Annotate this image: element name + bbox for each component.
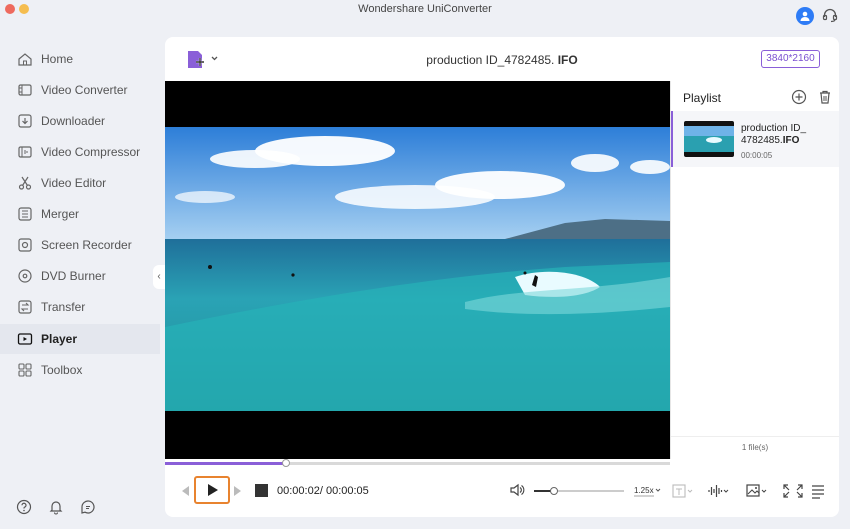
sidebar-item-transfer[interactable]: Transfer bbox=[0, 292, 160, 322]
next-icon[interactable] bbox=[233, 485, 243, 497]
sidebar-item-video-editor[interactable]: Video Editor bbox=[0, 168, 160, 198]
sidebar-item-toolbox[interactable]: Toolbox bbox=[0, 355, 160, 385]
playlist-toggle-icon[interactable] bbox=[809, 482, 833, 500]
sidebar-item-home[interactable]: Home bbox=[0, 44, 160, 74]
seek-bar-handle[interactable] bbox=[282, 459, 291, 467]
previous-icon[interactable] bbox=[180, 485, 190, 497]
playlist-item-name: production ID_ 4782485.IFO bbox=[741, 123, 831, 147]
playlist-item-name-line2: 4782485. bbox=[741, 135, 783, 146]
compressor-icon bbox=[18, 146, 32, 158]
sidebar-item-label: Transfer bbox=[41, 300, 86, 314]
stop-button[interactable] bbox=[255, 484, 268, 497]
sidebar-item-dvd-burner[interactable]: DVD Burner bbox=[0, 261, 160, 291]
sidebar-item-label: Player bbox=[41, 332, 78, 346]
audio-track-icon[interactable] bbox=[707, 482, 731, 500]
merger-icon bbox=[18, 207, 32, 221]
sidebar-item-label: Toolbox bbox=[41, 363, 83, 377]
play-button[interactable] bbox=[194, 476, 230, 504]
video-display[interactable] bbox=[165, 81, 670, 459]
sidebar-item-player[interactable]: Player bbox=[0, 324, 160, 354]
home-icon bbox=[18, 53, 32, 66]
total-time: 00:00:05 bbox=[325, 485, 369, 497]
playlist-item-name-line1: production ID_ bbox=[741, 123, 807, 134]
scissors-icon bbox=[18, 176, 32, 190]
speed-label: 1.25x bbox=[634, 486, 654, 495]
player-panel: production ID_4782485. IFO 3840*2160 Pla… bbox=[165, 37, 839, 517]
playlist-panel: Playlist production ID_ 4782485.IFO 00:0… bbox=[670, 81, 839, 459]
disc-icon bbox=[18, 269, 32, 283]
sidebar-item-label: Merger bbox=[41, 207, 80, 221]
file-title-ext: IFO bbox=[557, 53, 578, 67]
sidebar-item-label: Screen Recorder bbox=[41, 238, 132, 252]
time-display: 00:00:02/ 00:00:05 bbox=[277, 485, 369, 497]
sidebar-item-label: Downloader bbox=[41, 114, 106, 128]
add-to-playlist-icon[interactable] bbox=[791, 89, 807, 105]
resolution-badge: 3840*2160 bbox=[761, 50, 820, 68]
volume-slider[interactable] bbox=[534, 487, 624, 495]
trash-icon[interactable] bbox=[818, 89, 832, 105]
file-title-name: production ID_4782485. bbox=[426, 53, 558, 67]
playlist-title: Playlist bbox=[683, 91, 722, 105]
volume-icon[interactable] bbox=[509, 482, 525, 498]
screen-recorder-icon bbox=[18, 238, 32, 252]
downloader-icon bbox=[18, 114, 32, 128]
sidebar-item-merger[interactable]: Merger bbox=[0, 199, 160, 229]
video-converter-icon bbox=[18, 84, 32, 96]
user-account-icon[interactable] bbox=[796, 7, 814, 25]
seek-bar[interactable] bbox=[165, 459, 670, 467]
sidebar-footer bbox=[16, 499, 96, 515]
help-icon[interactable] bbox=[16, 499, 32, 515]
file-title: production ID_4782485. IFO bbox=[165, 53, 839, 67]
sidebar-item-video-compressor[interactable]: Video Compressor bbox=[0, 137, 160, 167]
sidebar-item-label: DVD Burner bbox=[41, 269, 106, 283]
subtitle-icon[interactable] bbox=[671, 482, 695, 500]
sidebar-item-label: Home bbox=[41, 52, 74, 66]
play-icon bbox=[208, 484, 218, 496]
headset-support-icon[interactable] bbox=[822, 7, 838, 23]
toolbox-icon bbox=[18, 363, 32, 377]
title-bar: Wondershare UniConverter bbox=[0, 0, 850, 20]
sidebar-item-label: Video Converter bbox=[41, 83, 128, 97]
volume-slider-handle[interactable] bbox=[549, 487, 558, 495]
playback-controls: 00:00:02/ 00:00:05 1.25x bbox=[165, 473, 839, 509]
speed-icon: 1.25x bbox=[634, 486, 661, 497]
seek-bar-fill bbox=[165, 462, 287, 465]
current-time: 00:00:02 bbox=[277, 485, 320, 497]
feedback-icon[interactable] bbox=[80, 499, 96, 515]
playlist-item[interactable]: production ID_ 4782485.IFO 00:00:05 bbox=[671, 111, 839, 167]
video-thumbnail bbox=[684, 121, 734, 157]
notification-bell-icon[interactable] bbox=[48, 499, 64, 515]
fullscreen-icon[interactable] bbox=[781, 482, 805, 500]
video-frame bbox=[165, 127, 670, 411]
sidebar-item-video-converter[interactable]: Video Converter bbox=[0, 75, 160, 105]
sidebar-item-downloader[interactable]: Downloader bbox=[0, 106, 160, 136]
collapse-sidebar-handle[interactable]: ‹ bbox=[153, 265, 165, 289]
screenshot-icon[interactable] bbox=[745, 482, 769, 500]
sidebar-item-label: Video Compressor bbox=[41, 145, 141, 159]
app-title: Wondershare UniConverter bbox=[358, 3, 492, 15]
player-icon bbox=[17, 333, 33, 345]
sidebar-item-label: Video Editor bbox=[41, 176, 107, 190]
playlist-item-duration: 00:00:05 bbox=[741, 151, 773, 160]
playback-speed-button[interactable]: 1.25x bbox=[633, 482, 663, 500]
sidebar-item-screen-recorder[interactable]: Screen Recorder bbox=[0, 230, 160, 260]
playlist-item-ext: IFO bbox=[782, 135, 800, 146]
transfer-icon bbox=[18, 300, 32, 314]
file-count: 1 file(s) bbox=[671, 436, 839, 459]
